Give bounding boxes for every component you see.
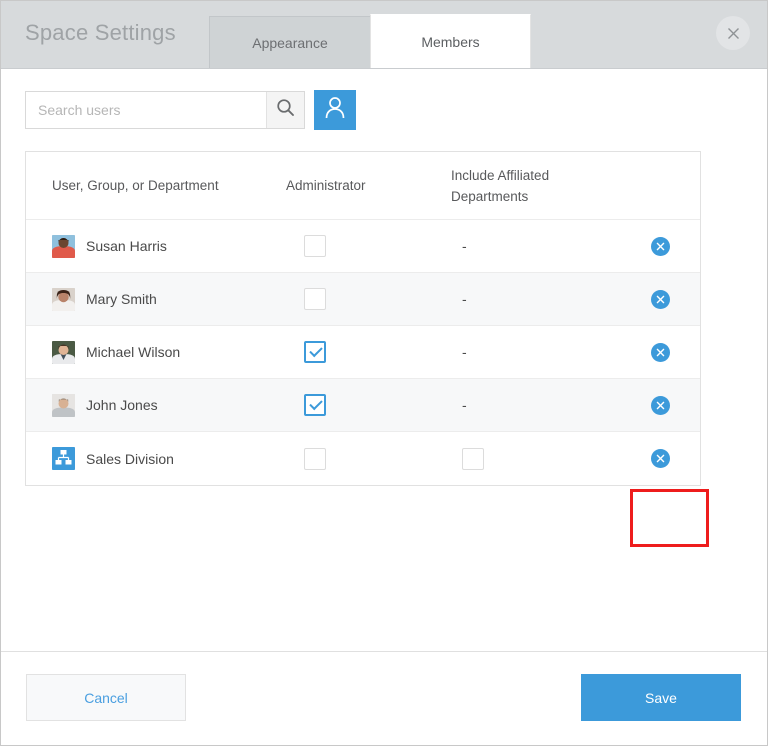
affiliated-cell: - <box>451 344 621 360</box>
dialog-header: Space Settings Appearance Members <box>1 1 767 69</box>
delete-cell <box>621 396 700 415</box>
avatar <box>52 235 75 258</box>
table-row: Sales Division <box>26 432 700 485</box>
affiliated-value: - <box>451 291 467 307</box>
affiliated-value: - <box>451 397 467 413</box>
affiliated-cell: - <box>451 291 621 307</box>
page-title: Space Settings <box>25 20 176 46</box>
tab-members[interactable]: Members <box>370 14 531 68</box>
space-settings-dialog: Space Settings Appearance Members <box>0 0 768 746</box>
member-name: Susan Harris <box>86 238 167 254</box>
administrator-cell <box>286 448 451 470</box>
save-button-label: Save <box>645 690 677 706</box>
delete-cell <box>621 449 700 468</box>
affiliated-value: - <box>451 238 467 254</box>
administrator-cell <box>286 341 451 363</box>
administrator-checkbox[interactable] <box>304 235 326 257</box>
department-icon <box>52 447 75 470</box>
delete-cell <box>621 290 700 309</box>
administrator-cell <box>286 288 451 310</box>
close-icon <box>727 27 740 40</box>
member-name: Mary Smith <box>86 291 157 307</box>
table-row: Mary Smith - <box>26 273 700 326</box>
table-header-row: User, Group, or Department Administrator… <box>26 152 700 220</box>
administrator-checkbox[interactable] <box>304 341 326 363</box>
affiliated-cell: - <box>451 397 621 413</box>
search-input[interactable] <box>26 92 266 128</box>
dialog-body: User, Group, or Department Administrator… <box>1 69 767 651</box>
tab-members-label: Members <box>421 34 479 50</box>
delete-member-button[interactable] <box>651 396 670 415</box>
administrator-checkbox[interactable] <box>304 394 326 416</box>
member-name-cell: Michael Wilson <box>26 341 286 364</box>
search-row <box>25 90 356 130</box>
add-user-icon <box>323 95 347 125</box>
column-header-name: User, Group, or Department <box>26 175 286 196</box>
administrator-checkbox[interactable] <box>304 448 326 470</box>
tab-appearance-label: Appearance <box>252 35 328 51</box>
administrator-cell <box>286 394 451 416</box>
search-box <box>25 91 305 129</box>
cancel-button-label: Cancel <box>84 690 128 706</box>
member-name: Sales Division <box>86 451 174 467</box>
highlight-annotation <box>630 489 709 547</box>
member-name-cell: Sales Division <box>26 447 286 470</box>
member-name-cell: John Jones <box>26 394 286 417</box>
member-name-cell: Susan Harris <box>26 235 286 258</box>
affiliated-cell: - <box>451 238 621 254</box>
table-row: John Jones - <box>26 379 700 432</box>
delete-member-button[interactable] <box>651 449 670 468</box>
table-row: Susan Harris - <box>26 220 700 273</box>
avatar <box>52 341 75 364</box>
delete-cell <box>621 237 700 256</box>
affiliated-value: - <box>451 344 467 360</box>
administrator-cell <box>286 235 451 257</box>
member-name: Michael Wilson <box>86 344 180 360</box>
member-name: John Jones <box>86 397 158 413</box>
affiliated-checkbox[interactable] <box>462 448 484 470</box>
delete-cell <box>621 343 700 362</box>
delete-member-button[interactable] <box>651 343 670 362</box>
delete-member-button[interactable] <box>651 290 670 309</box>
close-button[interactable] <box>716 16 750 50</box>
affiliated-cell <box>451 448 621 470</box>
avatar <box>52 288 75 311</box>
administrator-checkbox[interactable] <box>304 288 326 310</box>
column-header-admin: Administrator <box>286 175 451 196</box>
tab-bar: Appearance Members <box>209 14 531 68</box>
avatar <box>52 394 75 417</box>
member-name-cell: Mary Smith <box>26 288 286 311</box>
members-table: User, Group, or Department Administrator… <box>25 151 701 486</box>
delete-member-button[interactable] <box>651 237 670 256</box>
column-header-affiliated: Include Affiliated Departments <box>451 165 621 207</box>
save-button[interactable]: Save <box>581 674 741 721</box>
add-user-button[interactable] <box>314 90 356 130</box>
table-row: Michael Wilson - <box>26 326 700 379</box>
search-button[interactable] <box>266 92 304 128</box>
cancel-button[interactable]: Cancel <box>26 674 186 721</box>
search-icon <box>276 98 295 122</box>
tab-appearance[interactable]: Appearance <box>209 16 370 68</box>
dialog-footer: Cancel Save <box>1 651 767 745</box>
